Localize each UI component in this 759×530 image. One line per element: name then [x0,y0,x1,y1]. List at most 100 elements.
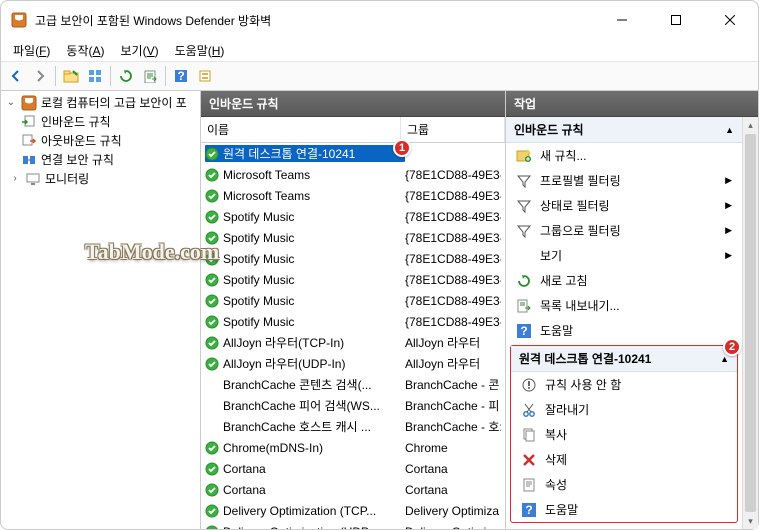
rules-list[interactable]: 원격 데스크톱 연결-10241Microsoft Teams{78E1CD88… [201,143,505,529]
action-label: 상태로 필터링 [540,197,610,214]
scrollbar[interactable]: ▴ ▾ [742,117,758,529]
action-help[interactable]: ?도움말 [511,497,737,522]
help-button[interactable]: ? [170,65,192,87]
tree-outbound[interactable]: 아웃바운드 규칙 [3,131,198,150]
toolbar: ? [1,61,758,91]
tree-root[interactable]: ⌄ 로컬 컴퓨터의 고급 보안이 포 [3,93,198,112]
collapse-icon[interactable]: ⌄ [5,97,17,109]
tree-connection-security[interactable]: 연결 보안 규칙 [3,150,198,169]
rules-button[interactable] [194,65,216,87]
action-refresh[interactable]: 새로 고침 [506,268,742,293]
table-row[interactable]: CortanaCortana [201,479,505,500]
cut-icon [521,402,537,418]
rule-group: Cortana [405,462,501,476]
rule-name: Cortana [223,462,266,476]
tree-item-label: 아웃바운드 규칙 [41,132,122,149]
outbound-icon [21,133,37,149]
rule-group: {78E1CD88-49E3- [405,210,501,224]
rule-group: {78E1CD88-49E3- [405,273,501,287]
forward-button[interactable] [29,65,51,87]
action-help[interactable]: ?도움말 [506,318,742,343]
new-rule-icon [516,148,532,164]
table-row[interactable]: Spotify Music {78E1CD88-49E3- [201,206,505,227]
action-new-rule[interactable]: 새 규칙... [506,143,742,168]
enabled-icon [205,273,219,287]
scroll-up-button[interactable]: ▴ [743,117,758,133]
enabled-icon [205,147,219,161]
action-export[interactable]: 목록 내보내기... [506,293,742,318]
action-disable[interactable]: 규칙 사용 안 함 [511,372,737,397]
rule-name: Cortana [223,483,266,497]
shield-icon [21,95,37,111]
maximize-button[interactable] [658,6,694,34]
table-row[interactable]: Spotify Music{78E1CD88-49E3- [201,269,505,290]
table-row[interactable]: Cortana Cortana [201,458,505,479]
column-name[interactable]: 이름 [201,117,401,142]
table-row[interactable]: Microsoft Teams{78E1CD88-49E3- [201,164,505,185]
action-label: 도움말 [545,501,578,518]
rule-name: AllJoyn 라우터(UDP-In) [223,355,345,372]
blank-icon [516,248,532,264]
back-button[interactable] [5,65,27,87]
enabled-icon [205,315,219,329]
rule-group: {78E1CD88-49E3- [405,294,501,308]
menu-action[interactable]: 동작(A) [60,40,110,61]
scroll-thumb[interactable] [745,134,756,512]
table-row[interactable]: Delivery Optimization (TCP...Delivery Op… [201,500,505,521]
close-button[interactable] [712,6,748,34]
table-row[interactable]: BranchCache 피어 검색(WS...BranchCache - 피 [201,395,505,416]
action-filter[interactable]: 상태로 필터링▶ [506,193,742,218]
refresh-button[interactable] [115,65,137,87]
table-row[interactable]: 원격 데스크톱 연결-10241 [201,143,505,164]
actions-section-2[interactable]: 원격 데스크톱 연결-10241 ▲ [511,346,737,372]
navigation-tree: ⌄ 로컬 컴퓨터의 고급 보안이 포 인바운드 규칙 아웃바운드 규칙 연결 보… [1,91,201,529]
scroll-down-button[interactable]: ▾ [743,513,758,529]
action-label: 새 규칙... [540,147,586,164]
table-row[interactable]: Delivery Optimization (UDPDelivery Optim… [201,521,505,529]
table-row[interactable]: Microsoft Teams{78E1CD88-49E3- [201,185,505,206]
table-row[interactable]: Spotify Music {78E1CD88-49E3- [201,290,505,311]
folder-button[interactable] [60,65,82,87]
tiles-button[interactable] [84,65,106,87]
expand-icon[interactable]: › [9,173,21,185]
enabled-icon [205,210,219,224]
minimize-button[interactable] [604,6,640,34]
rule-group: {78E1CD88-49E3- [405,315,501,329]
rule-name: BranchCache 콘텐츠 검색(... [223,376,372,393]
tree-item-label: 모니터링 [45,170,89,187]
tree-item-label: 인바운드 규칙 [41,113,111,130]
action-filter[interactable]: 프로필별 필터링▶ [506,168,742,193]
export-button[interactable] [139,65,161,87]
rule-name: Spotify Music [223,210,294,224]
table-row[interactable]: Spotify Music{78E1CD88-49E3- [201,311,505,332]
table-row[interactable]: Spotify Music{78E1CD88-49E3- [201,248,505,269]
table-row[interactable]: BranchCache 콘텐츠 검색(...BranchCache - 콘 [201,374,505,395]
action-filter[interactable]: 그룹으로 필터링▶ [506,218,742,243]
table-row[interactable]: Spotify Music{78E1CD88-49E3- [201,227,505,248]
tree-inbound[interactable]: 인바운드 규칙 [3,112,198,131]
rule-group: {78E1CD88-49E3- [405,231,501,245]
action-delete[interactable]: 삭제 [511,447,737,472]
menu-view[interactable]: 보기(V) [115,40,165,61]
rule-name: Microsoft Teams [223,189,310,203]
column-group[interactable]: 그룹 [401,117,505,142]
actions-section-1[interactable]: 인바운드 규칙 ▲ [506,117,742,143]
action-props[interactable]: 속성 [511,472,737,497]
annotation-badge-2: 2 [723,338,741,356]
table-row[interactable]: AllJoyn 라우터(UDP-In)AllJoyn 라우터 [201,353,505,374]
table-row[interactable]: AllJoyn 라우터(TCP-In)AllJoyn 라우터 [201,332,505,353]
action-cut[interactable]: 잘라내기 [511,397,737,422]
delete-icon [521,452,537,468]
action-item[interactable]: 보기▶ [506,243,742,268]
rule-name: 원격 데스크톱 연결-10241 [223,145,355,162]
tree-root-label: 로컬 컴퓨터의 고급 보안이 포 [41,94,187,111]
enabled-icon [205,525,219,530]
menu-file[interactable]: 파일(F) [7,40,56,61]
rule-name: Spotify Music [223,294,294,308]
rule-group: Chrome [405,441,501,455]
table-row[interactable]: Chrome(mDNS-In)Chrome [201,437,505,458]
table-row[interactable]: BranchCache 호스트 캐시 ...BranchCache - 호: [201,416,505,437]
menu-help[interactable]: 도움말(H) [169,40,231,61]
tree-monitoring[interactable]: › 모니터링 [3,169,198,188]
action-copy[interactable]: 복사 [511,422,737,447]
